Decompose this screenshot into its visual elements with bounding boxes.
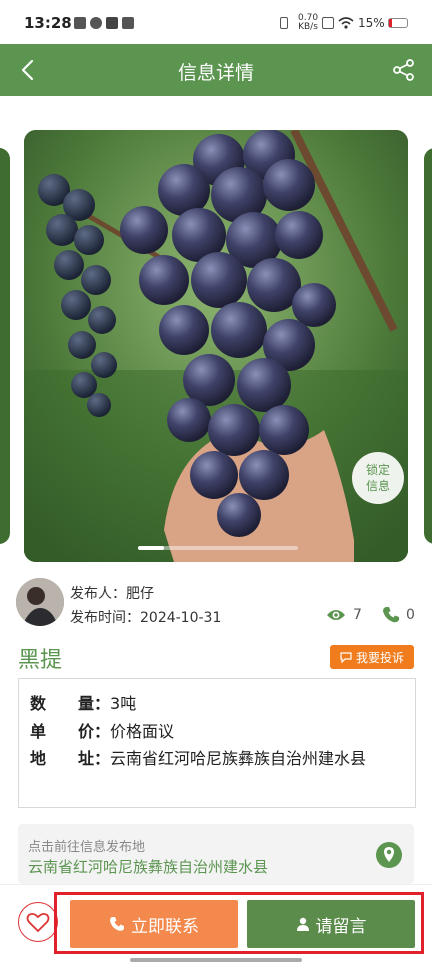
detail-label: 单 价： <box>30 722 111 741</box>
product-name: 黑提 <box>18 648 63 673</box>
publisher-avatar <box>16 578 64 626</box>
navigate-address[interactable]: 云南省红河哈尼族彝族自治州建水县 <box>28 856 268 877</box>
lock-label-line2: 信息 <box>365 479 390 493</box>
detail-price: 单 价：价格面议 <box>30 718 174 742</box>
eye-icon <box>327 610 345 620</box>
net-speed: 0.70 KB/s <box>298 14 318 32</box>
heart-icon <box>26 912 50 933</box>
gallery-prev-slide[interactable] <box>0 148 10 544</box>
message-icon <box>122 17 134 29</box>
detail-value: 云南省红河哈尼族彝族自治州建水县 <box>110 749 367 768</box>
publish-time: 2024-10-31 <box>140 610 222 626</box>
notification-icon <box>74 17 86 29</box>
product-photo[interactable] <box>24 130 408 562</box>
detail-label: 地 址： <box>30 749 111 768</box>
app-icon <box>90 17 102 29</box>
sim-icon <box>322 17 334 29</box>
grape-illustration <box>24 130 408 562</box>
call-count: 0 <box>406 607 415 623</box>
battery-icon <box>388 18 408 28</box>
net-speed-unit: KB/s <box>298 22 318 32</box>
lock-label-line1: 锁定 <box>365 463 390 477</box>
publisher-name-row: 发布人：肥仔 <box>70 583 154 603</box>
location-pin-icon[interactable] <box>376 842 402 868</box>
highlight-frame <box>54 892 424 954</box>
home-indicator[interactable] <box>130 958 302 962</box>
view-count: 7 <box>353 607 362 623</box>
status-time: 13:28 <box>24 14 72 32</box>
chat-icon <box>340 651 352 663</box>
lock-info-button[interactable]: 锁定 信息 <box>352 452 404 504</box>
favorite-button[interactable] <box>18 902 58 942</box>
share-icon[interactable] <box>392 58 416 82</box>
detail-label: 数 量： <box>30 694 111 713</box>
navigate-hint: 点击前往信息发布地 <box>28 840 146 855</box>
crown-icon <box>106 17 118 29</box>
detail-value: 3吨 <box>110 694 137 713</box>
phone-icon <box>383 607 399 623</box>
complaint-button[interactable]: 我要投诉 <box>330 645 414 669</box>
detail-quantity: 数 量：3吨 <box>30 690 136 714</box>
battery-percent: 15% <box>358 16 385 30</box>
detail-address: 地 址：云南省红河哈尼族彝族自治州建水县 <box>30 745 400 772</box>
publish-time-label: 发布时间： <box>70 610 140 626</box>
vibrate-icon <box>280 17 288 29</box>
wifi-icon <box>338 17 354 29</box>
complaint-label: 我要投诉 <box>355 650 404 665</box>
publisher-name-label: 发布人： <box>70 586 126 602</box>
gallery-next-slide[interactable] <box>424 148 432 544</box>
detail-value: 价格面议 <box>110 722 175 741</box>
publish-time-row: 发布时间：2024-10-31 <box>70 607 221 627</box>
page-title: 信息详情 <box>177 62 254 84</box>
gallery-indicator <box>138 546 164 550</box>
publisher-name: 肥仔 <box>126 586 154 602</box>
